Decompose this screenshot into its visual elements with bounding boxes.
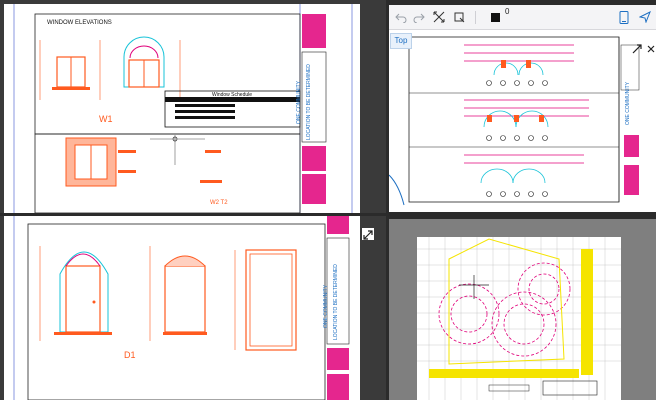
expand-icon: [363, 230, 373, 240]
fit-icon: [433, 11, 445, 23]
device-icon: [619, 10, 629, 24]
close-icon: [647, 45, 655, 53]
pane-window-elevations[interactable]: WINDOW ELEVATIONS W1 Window Schedule W2 …: [0, 0, 386, 213]
title-block-location: LOCATION TO BE DETERMINED: [306, 64, 312, 140]
note-label: W2 T2: [210, 200, 228, 206]
color-swatch-icon: [490, 12, 500, 22]
undo-button[interactable]: [393, 7, 409, 27]
title-block-project-sections: ONE COMMUNITY: [625, 81, 631, 125]
top-button[interactable]: Top: [390, 33, 412, 49]
door-label-d1: D1: [124, 350, 136, 360]
redo-icon: [413, 13, 425, 23]
title-block-location-doors: LOCATION TO BE DETERMINED: [333, 264, 339, 340]
share-icon: [639, 11, 651, 23]
window-elevations-title: WINDOW ELEVATIONS: [47, 20, 112, 26]
close-button-sections[interactable]: [646, 41, 656, 53]
device-button[interactable]: [617, 7, 631, 27]
undo-icon: [395, 13, 407, 23]
window-label-w1: W1: [99, 114, 113, 124]
expand-icon: [632, 44, 642, 54]
crop-icon: [454, 12, 465, 23]
expand-button-doors[interactable]: [362, 228, 374, 240]
expand-button-sections[interactable]: [632, 41, 642, 54]
fit-view-button[interactable]: [431, 7, 447, 27]
redo-button[interactable]: [411, 7, 427, 27]
title-block-project: ONE COMMUNITY: [296, 80, 302, 124]
share-button[interactable]: [637, 7, 653, 27]
markup-toolbar: [389, 5, 656, 30]
pane-floor-plan[interactable]: [389, 219, 656, 400]
title-block-project-doors: ONE COMMUNITY: [323, 284, 329, 328]
window-schedule-title: Window Schedule: [212, 92, 253, 98]
pane-door-elevations[interactable]: D1 ONE COMMUNITY LOCATION TO BE DETERMIN…: [0, 216, 386, 400]
stroke-color-button[interactable]: [489, 7, 501, 27]
stroke-value: 0: [505, 7, 510, 16]
crop-button[interactable]: [451, 7, 467, 27]
pane-sections[interactable]: ONE COMMUNITY: [389, 5, 656, 212]
toolbar-separator: [475, 11, 476, 24]
